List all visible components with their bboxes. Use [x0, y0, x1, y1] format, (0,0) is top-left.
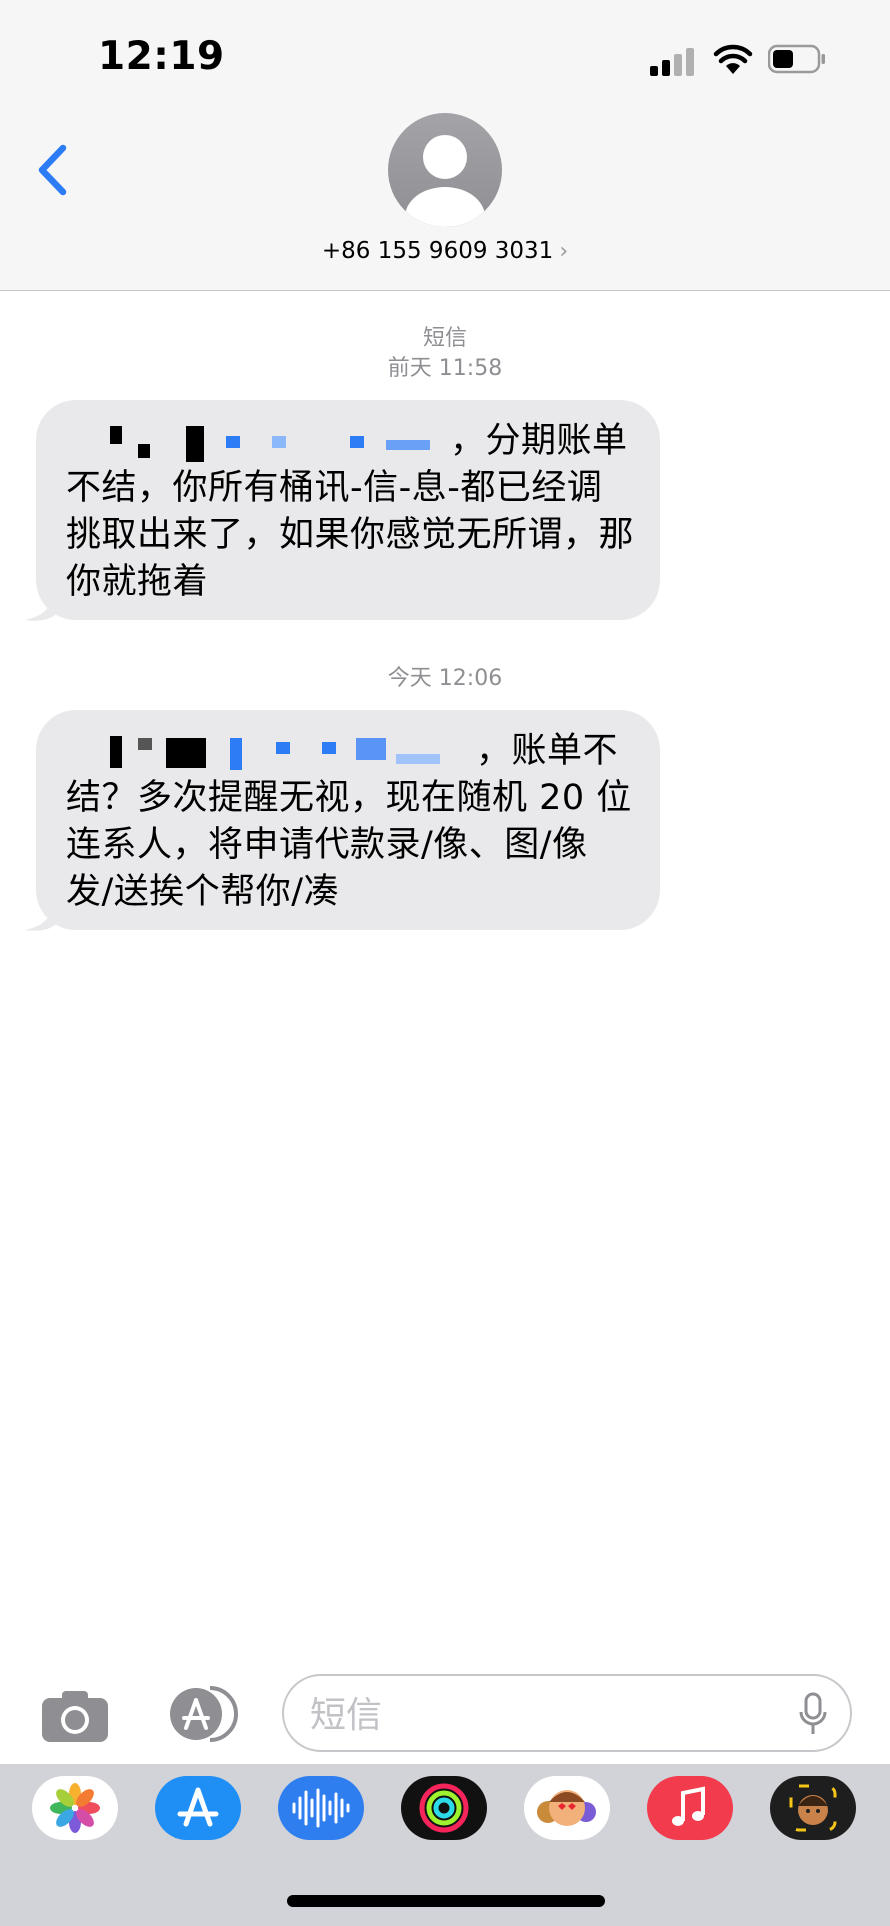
conversation-header: 12:19 +86 155 9609 3031 › [0, 0, 890, 291]
music-app-icon[interactable] [647, 1776, 733, 1840]
status-time: 12:19 [98, 34, 225, 79]
message-bubble[interactable]: ，分期账单不结，你所有桶讯-信-息-都已经调挑取出来了，如果你感觉无所谓，那你就… [36, 400, 660, 620]
app-store-app-icon[interactable] [155, 1776, 241, 1840]
wifi-icon [713, 44, 753, 74]
contact-avatar[interactable] [388, 113, 502, 227]
service-label: 短信 [422, 326, 467, 351]
microphone-icon[interactable] [798, 1692, 828, 1736]
redacted-text-block [66, 732, 466, 780]
person-silhouette-icon [405, 135, 485, 227]
message-input[interactable] [308, 1688, 782, 1742]
app-store-apps-icon[interactable] [158, 1684, 242, 1744]
cellular-signal-icon [650, 46, 698, 76]
memoji-sticker-app-icon[interactable] [524, 1776, 610, 1840]
contact-name-button[interactable]: +86 155 9609 3031 › [0, 238, 890, 264]
message-timestamp: 前天 11:58 [387, 356, 503, 381]
redacted-text-block [66, 422, 430, 470]
photos-app-icon[interactable] [32, 1776, 118, 1840]
fitness-app-icon[interactable] [401, 1776, 487, 1840]
home-indicator[interactable] [287, 1895, 605, 1907]
memoji-avatar-app-icon[interactable] [770, 1776, 856, 1840]
voice-memo-app-icon[interactable] [278, 1776, 364, 1840]
message-timestamp: 今天 12:06 [387, 666, 503, 691]
message-bubble[interactable]: ，账单不结？多次提醒无视，现在随机 20 位连系人，将申请代款录/像、图/像发/… [36, 710, 660, 930]
camera-icon[interactable] [40, 1688, 110, 1744]
battery-icon [768, 44, 825, 74]
message-input-container [282, 1674, 852, 1752]
back-chevron-icon[interactable] [30, 140, 80, 200]
contact-number: +86 155 9609 3031 [321, 238, 554, 264]
contact-chevron-icon: › [559, 239, 569, 264]
